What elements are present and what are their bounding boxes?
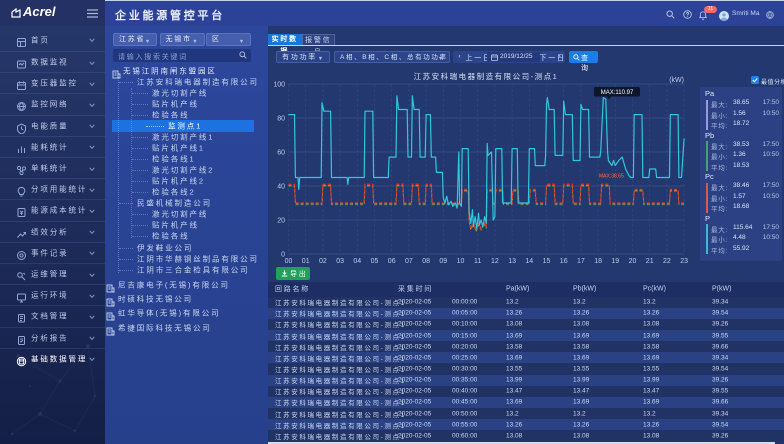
svg-text:14: 14 (525, 258, 533, 265)
svg-text:100: 100 (273, 82, 285, 89)
svg-text:21: 21 (646, 258, 654, 265)
svg-text:40: 40 (277, 184, 285, 191)
svg-text:80: 80 (277, 116, 285, 123)
svg-text:19: 19 (611, 258, 619, 265)
svg-text:60: 60 (277, 150, 285, 157)
svg-text:09: 09 (439, 258, 447, 265)
svg-text:00: 00 (285, 258, 293, 265)
svg-text:03: 03 (336, 258, 344, 265)
svg-text:05: 05 (371, 258, 379, 265)
svg-text:01: 01 (302, 258, 310, 265)
svg-text:20: 20 (629, 258, 637, 265)
svg-text:04: 04 (353, 258, 361, 265)
svg-text:15: 15 (543, 258, 551, 265)
svg-text:02: 02 (319, 258, 327, 265)
svg-text:06: 06 (388, 258, 396, 265)
svg-text:MAX:38.65: MAX:38.65 (599, 174, 624, 180)
svg-text:18: 18 (594, 258, 602, 265)
svg-text:11: 11 (474, 258, 481, 265)
svg-text:江苏安科瑞电器制造有限公司-测点1: 江苏安科瑞电器制造有限公司-测点1 (414, 71, 559, 81)
svg-text:13: 13 (508, 258, 516, 265)
svg-text:12: 12 (491, 258, 499, 265)
svg-text:08: 08 (422, 258, 430, 265)
svg-text:(kW): (kW) (669, 77, 684, 84)
svg-text:17: 17 (577, 258, 585, 265)
svg-text:10: 10 (457, 258, 465, 265)
svg-text:20: 20 (277, 218, 285, 225)
svg-text:07: 07 (405, 258, 413, 265)
svg-text:22: 22 (663, 258, 671, 265)
svg-text:MAX:110.97: MAX:110.97 (601, 90, 634, 96)
svg-text:16: 16 (560, 258, 568, 265)
svg-text:23: 23 (680, 258, 688, 265)
